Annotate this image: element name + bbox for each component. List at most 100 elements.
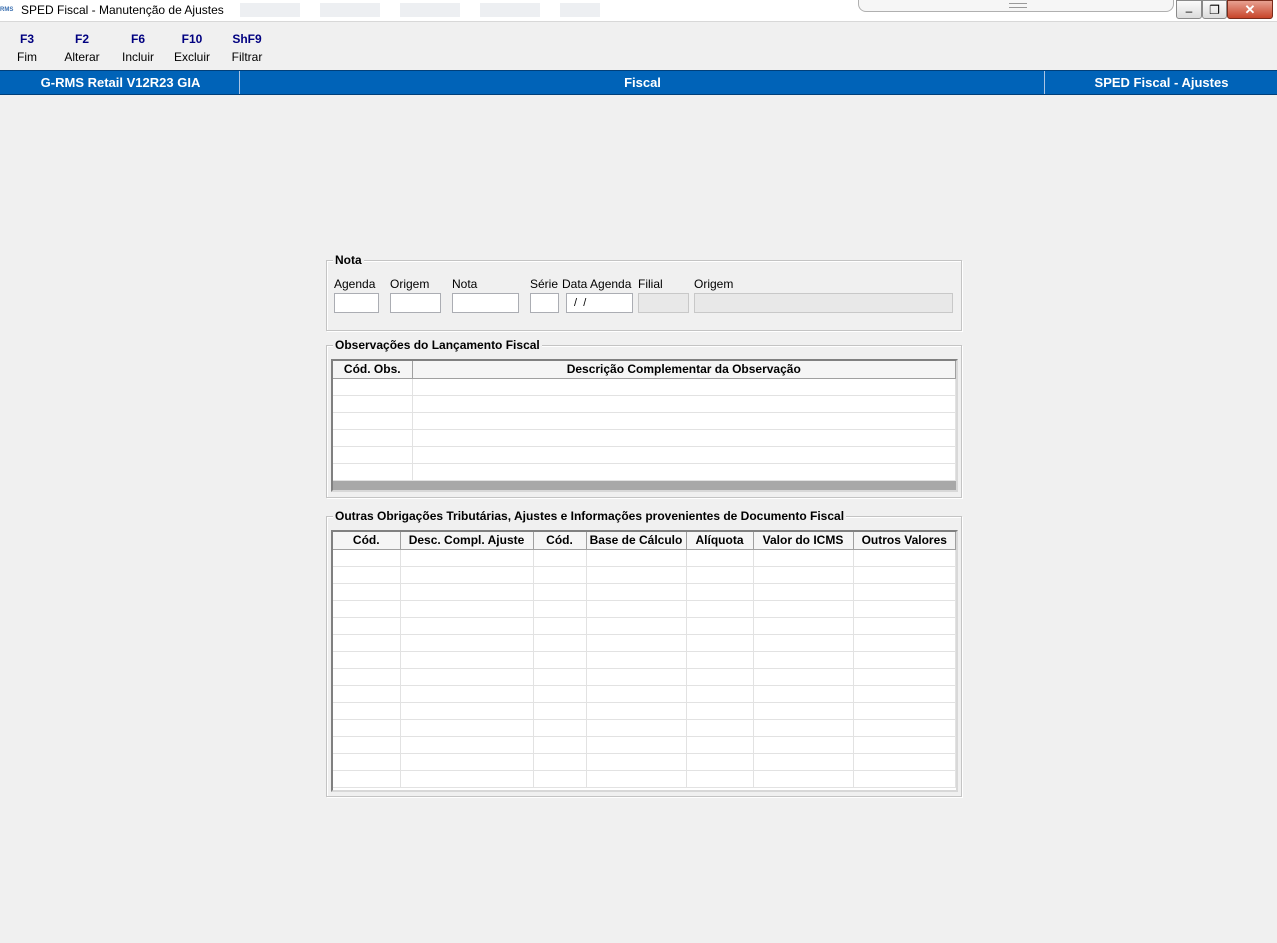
table-row[interactable]: [333, 600, 956, 618]
floating-drag-handle[interactable]: [858, 0, 1174, 12]
table-cell[interactable]: [333, 378, 413, 396]
table-cell[interactable]: [586, 583, 687, 601]
table-cell[interactable]: [753, 685, 854, 703]
table-cell[interactable]: [533, 600, 587, 618]
table-cell[interactable]: [533, 770, 587, 788]
table-cell[interactable]: [333, 736, 401, 754]
col-base-calculo[interactable]: Base de Cálculo: [586, 532, 687, 550]
table-cell[interactable]: [412, 446, 956, 464]
table-cell[interactable]: [753, 770, 854, 788]
table-cell[interactable]: [333, 446, 413, 464]
table-cell[interactable]: [586, 736, 687, 754]
table-cell[interactable]: [753, 719, 854, 737]
table-cell[interactable]: [400, 719, 534, 737]
table-row[interactable]: [333, 378, 956, 396]
table-cell[interactable]: [586, 702, 687, 720]
table-cell[interactable]: [333, 583, 401, 601]
table-cell[interactable]: [853, 753, 956, 771]
table-cell[interactable]: [412, 463, 956, 481]
table-cell[interactable]: [400, 600, 534, 618]
table-row[interactable]: [333, 463, 956, 481]
fim-button[interactable]: F3 Fim: [12, 31, 42, 65]
table-row[interactable]: [333, 617, 956, 635]
observacoes-grid[interactable]: Cód. Obs. Descrição Complementar da Obse…: [331, 359, 958, 492]
table-cell[interactable]: [400, 583, 534, 601]
data-agenda-input[interactable]: [566, 293, 633, 313]
table-cell[interactable]: [586, 634, 687, 652]
table-cell[interactable]: [853, 583, 956, 601]
table-row[interactable]: [333, 702, 956, 720]
col-descricao[interactable]: Descrição Complementar da Observação: [412, 361, 956, 379]
table-cell[interactable]: [533, 702, 587, 720]
horizontal-scrollbar[interactable]: [333, 481, 956, 490]
table-row[interactable]: [333, 634, 956, 652]
table-cell[interactable]: [586, 770, 687, 788]
table-cell[interactable]: [586, 651, 687, 669]
table-cell[interactable]: [686, 770, 754, 788]
table-cell[interactable]: [753, 651, 854, 669]
table-cell[interactable]: [586, 668, 687, 686]
col-outros-valores[interactable]: Outros Valores: [853, 532, 956, 550]
table-cell[interactable]: [753, 600, 854, 618]
table-cell[interactable]: [853, 600, 956, 618]
table-cell[interactable]: [333, 566, 401, 584]
table-cell[interactable]: [686, 651, 754, 669]
table-row[interactable]: [333, 446, 956, 464]
table-cell[interactable]: [400, 651, 534, 669]
table-cell[interactable]: [533, 668, 587, 686]
table-cell[interactable]: [400, 702, 534, 720]
table-cell[interactable]: [586, 549, 687, 567]
table-cell[interactable]: [400, 770, 534, 788]
col-valor-icms[interactable]: Valor do ICMS: [753, 532, 854, 550]
table-cell[interactable]: [753, 583, 854, 601]
filtrar-button[interactable]: ShF9 Filtrar: [228, 31, 266, 65]
table-cell[interactable]: [333, 600, 401, 618]
table-cell[interactable]: [400, 753, 534, 771]
table-cell[interactable]: [686, 668, 754, 686]
table-cell[interactable]: [586, 719, 687, 737]
nota-input[interactable]: [452, 293, 519, 313]
col-cod-obs[interactable]: Cód. Obs.: [333, 361, 413, 379]
col-desc-compl-ajuste[interactable]: Desc. Compl. Ajuste: [400, 532, 534, 550]
table-cell[interactable]: [333, 617, 401, 635]
table-cell[interactable]: [686, 634, 754, 652]
table-cell[interactable]: [400, 549, 534, 567]
close-button[interactable]: ✕: [1227, 0, 1273, 19]
table-row[interactable]: [333, 668, 956, 686]
incluir-button[interactable]: F6 Incluir: [118, 31, 158, 65]
table-cell[interactable]: [412, 412, 956, 430]
table-row[interactable]: [333, 429, 956, 447]
table-cell[interactable]: [686, 702, 754, 720]
table-row[interactable]: [333, 685, 956, 703]
table-cell[interactable]: [753, 549, 854, 567]
table-cell[interactable]: [412, 429, 956, 447]
table-row[interactable]: [333, 651, 956, 669]
table-cell[interactable]: [333, 463, 413, 481]
table-cell[interactable]: [686, 736, 754, 754]
table-cell[interactable]: [686, 753, 754, 771]
table-cell[interactable]: [586, 617, 687, 635]
table-cell[interactable]: [533, 617, 587, 635]
table-cell[interactable]: [412, 378, 956, 396]
table-cell[interactable]: [753, 566, 854, 584]
table-cell[interactable]: [853, 617, 956, 635]
serie-input[interactable]: [530, 293, 559, 313]
table-cell[interactable]: [333, 651, 401, 669]
table-cell[interactable]: [533, 753, 587, 771]
table-cell[interactable]: [533, 549, 587, 567]
table-cell[interactable]: [853, 566, 956, 584]
table-cell[interactable]: [686, 600, 754, 618]
table-row[interactable]: [333, 583, 956, 601]
table-cell[interactable]: [853, 651, 956, 669]
table-row[interactable]: [333, 395, 956, 413]
table-cell[interactable]: [533, 583, 587, 601]
table-cell[interactable]: [753, 617, 854, 635]
table-cell[interactable]: [753, 668, 854, 686]
table-cell[interactable]: [753, 702, 854, 720]
table-cell[interactable]: [686, 719, 754, 737]
table-cell[interactable]: [853, 634, 956, 652]
table-cell[interactable]: [753, 753, 854, 771]
table-cell[interactable]: [333, 395, 413, 413]
table-cell[interactable]: [533, 634, 587, 652]
excluir-button[interactable]: F10 Excluir: [172, 31, 212, 65]
